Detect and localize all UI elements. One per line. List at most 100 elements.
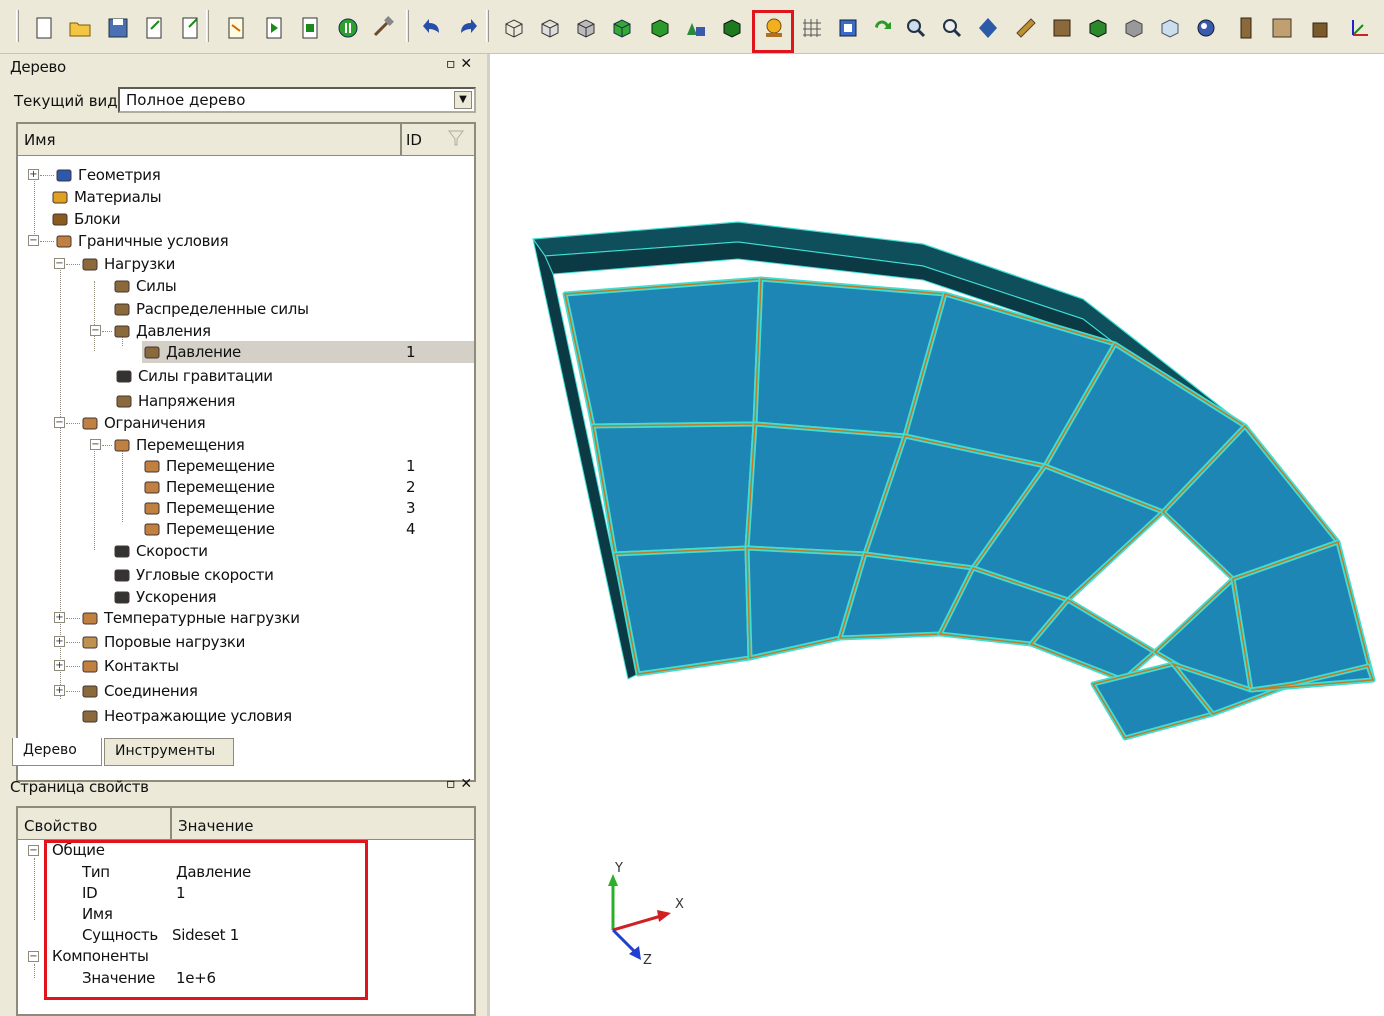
- column-value-header[interactable]: Значение: [178, 817, 254, 835]
- tree-item[interactable]: Нагрузки: [80, 253, 175, 275]
- zoom-out-icon[interactable]: [938, 14, 966, 42]
- tree-item[interactable]: Материалы: [50, 186, 162, 208]
- tree-item[interactable]: Геометрия: [54, 164, 161, 186]
- mesh-grid-icon[interactable]: [798, 14, 826, 42]
- tree-item[interactable]: Давление: [142, 341, 474, 363]
- column-id-header[interactable]: ID: [406, 131, 422, 149]
- cut-plane-icon[interactable]: [1012, 14, 1040, 42]
- column-property-header[interactable]: Свойство: [24, 817, 97, 835]
- tree-item[interactable]: Силы: [112, 275, 177, 297]
- run-file-icon[interactable]: [296, 14, 324, 42]
- collapse-general-icon[interactable]: −: [28, 845, 39, 856]
- save-icon[interactable]: [104, 14, 132, 42]
- props-header: Свойство Значение: [18, 808, 474, 840]
- tree-item[interactable]: Давления: [112, 320, 211, 342]
- tree-panel-buttons: ▫ ✕: [446, 56, 472, 72]
- tree-item-label: Граничные условия: [78, 232, 229, 250]
- mesh-model[interactable]: X Y Z: [493, 54, 1384, 1016]
- tree-expander-icon[interactable]: −: [54, 258, 65, 269]
- tree-item[interactable]: Угловые скорости: [112, 564, 274, 586]
- tree-item[interactable]: Неотражающие условия: [80, 705, 292, 727]
- green-block-icon[interactable]: [1084, 14, 1112, 42]
- rotate-icon[interactable]: [868, 14, 896, 42]
- tree-expander-icon[interactable]: +: [54, 612, 65, 623]
- tree-item[interactable]: Перемещение: [142, 476, 275, 498]
- float-icon[interactable]: ▫: [446, 56, 456, 72]
- tree-item[interactable]: Перемещение: [142, 518, 275, 540]
- wireframe-view-icon[interactable]: [500, 14, 528, 42]
- tree-expander-icon[interactable]: +: [54, 660, 65, 671]
- close-icon[interactable]: ✕: [460, 776, 472, 792]
- run-icon[interactable]: [260, 14, 288, 42]
- hammer-icon[interactable]: [370, 14, 398, 42]
- export-icon[interactable]: [176, 14, 204, 42]
- undo-icon[interactable]: [418, 14, 446, 42]
- block-icon[interactable]: [718, 14, 746, 42]
- tree-expander-icon[interactable]: −: [28, 235, 39, 246]
- gray-block-icon[interactable]: [1120, 14, 1148, 42]
- tree-item[interactable]: Перемещение: [142, 497, 275, 519]
- chevron-down-icon[interactable]: ▼: [454, 91, 472, 109]
- geometry-icon[interactable]: [682, 14, 710, 42]
- zoom-in-icon[interactable]: [902, 14, 930, 42]
- tree-item-label: Напряжения: [138, 392, 236, 410]
- float-icon[interactable]: ▫: [446, 776, 456, 792]
- tree-item[interactable]: Граничные условия: [54, 230, 229, 252]
- tree-item[interactable]: Напряжения: [114, 390, 235, 412]
- material-icon[interactable]: [1048, 14, 1076, 42]
- tab-tree[interactable]: Дерево: [12, 738, 102, 766]
- tree-item[interactable]: Блоки: [50, 208, 121, 230]
- tree-expander-icon[interactable]: +: [54, 685, 65, 696]
- main-toolbar: [0, 0, 1384, 54]
- shaded-view-icon[interactable]: [608, 14, 636, 42]
- hidden-line-view-icon[interactable]: [536, 14, 564, 42]
- filter-icon[interactable]: [446, 128, 466, 148]
- transparency-icon[interactable]: [1156, 14, 1184, 42]
- tree-item[interactable]: Ограничения: [80, 412, 206, 434]
- box-icon[interactable]: [1306, 14, 1334, 42]
- tree-item[interactable]: Поровые нагрузки: [80, 631, 245, 653]
- script-icon[interactable]: [222, 14, 250, 42]
- tab-tools[interactable]: Инструменты: [104, 738, 234, 766]
- tree-item[interactable]: Контакты: [80, 655, 179, 677]
- new-icon[interactable]: [30, 14, 58, 42]
- tree-item[interactable]: Перемещения: [112, 434, 245, 456]
- tree-item[interactable]: Ускорения: [112, 586, 217, 608]
- tree-expander-icon[interactable]: +: [28, 169, 39, 180]
- tree-item-id: 1: [406, 457, 416, 475]
- tree-item-label: Блоки: [74, 210, 121, 228]
- tree-item[interactable]: Силы гравитации: [114, 365, 273, 387]
- solid-view-icon[interactable]: [646, 14, 674, 42]
- axis-x-label: X: [675, 897, 684, 912]
- select-icon[interactable]: [834, 14, 862, 42]
- non-reflecting-icon: [80, 707, 100, 725]
- open-folder-icon[interactable]: [66, 14, 94, 42]
- axes-icon[interactable]: [1346, 14, 1374, 42]
- collapse-components-icon[interactable]: −: [28, 951, 39, 962]
- tree-expander-icon[interactable]: +: [54, 636, 65, 647]
- mesh-face: [562, 276, 764, 429]
- fit-view-icon[interactable]: [974, 14, 1002, 42]
- tree-item-label: Ускорения: [136, 588, 217, 606]
- tree-expander-icon[interactable]: −: [54, 417, 65, 428]
- save-image-icon[interactable]: [1268, 14, 1296, 42]
- column-name-header[interactable]: Имя: [24, 131, 56, 149]
- tree-item[interactable]: Распределенные силы: [112, 298, 309, 320]
- tree-item[interactable]: Скорости: [112, 540, 208, 562]
- redo-icon[interactable]: [454, 14, 482, 42]
- tree-item[interactable]: Температурные нагрузки: [80, 607, 300, 629]
- 3d-viewport[interactable]: X Y Z: [493, 54, 1384, 1016]
- stress-icon: [114, 392, 134, 410]
- shaded-wire-icon[interactable]: [572, 14, 600, 42]
- close-icon[interactable]: ✕: [460, 56, 472, 72]
- import-icon[interactable]: [140, 14, 168, 42]
- column-icon[interactable]: [1232, 14, 1260, 42]
- current-view-select[interactable]: Полное дерево ▼: [118, 87, 476, 113]
- tree-item[interactable]: Соединения: [80, 680, 198, 702]
- tree-header: Имя ID: [18, 124, 474, 156]
- tree-expander-icon[interactable]: −: [90, 325, 101, 336]
- stop-icon[interactable]: [334, 14, 362, 42]
- tree-expander-icon[interactable]: −: [90, 439, 101, 450]
- tree-item[interactable]: Перемещение: [142, 455, 275, 477]
- lighting-icon[interactable]: [1192, 14, 1220, 42]
